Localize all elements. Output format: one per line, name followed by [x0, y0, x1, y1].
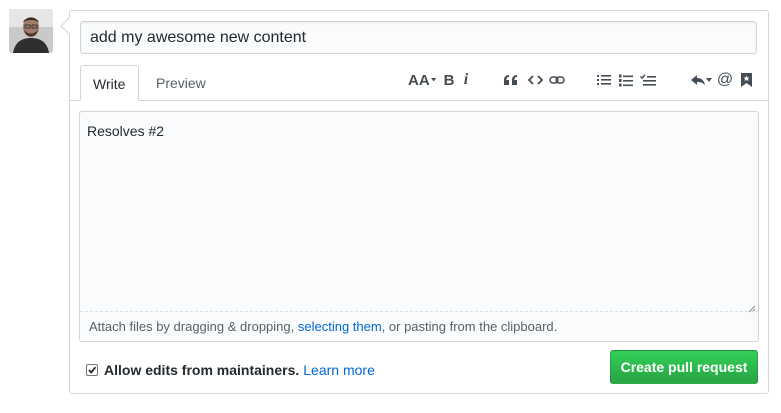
title-input[interactable]: add my awesome new content: [80, 21, 757, 54]
text-size-icon[interactable]: AA: [408, 68, 436, 92]
link-icon[interactable]: [548, 68, 566, 92]
selecting-them-link[interactable]: selecting them: [298, 319, 382, 334]
reply-icon[interactable]: [689, 68, 713, 92]
tab-write[interactable]: Write: [80, 65, 139, 101]
saved-reply-icon[interactable]: [739, 68, 753, 92]
dropzone-suffix: , or pasting from the clipboard.: [381, 319, 558, 334]
allow-edits-row: Allow edits from maintainers. Learn more: [86, 361, 375, 379]
numbered-list-icon[interactable]: [618, 68, 634, 92]
bold-icon[interactable]: B: [441, 68, 457, 92]
allow-edits-checkbox[interactable]: [86, 364, 98, 376]
bulleted-list-icon[interactable]: [596, 68, 612, 92]
comment-editor[interactable]: Resolves #2 Attach files by dragging & d…: [79, 111, 759, 342]
code-icon[interactable]: [526, 68, 544, 92]
allow-edits-label[interactable]: Allow edits from maintainers.: [104, 362, 299, 378]
editor-text: Resolves #2: [87, 123, 165, 139]
mention-icon[interactable]: @: [716, 68, 734, 92]
resize-handle[interactable]: [748, 300, 756, 313]
quote-icon[interactable]: [501, 68, 519, 92]
italic-icon[interactable]: i: [459, 68, 473, 92]
attach-files-dropzone[interactable]: Attach files by dragging & dropping, sel…: [80, 311, 758, 341]
create-pull-request-button[interactable]: Create pull request: [610, 350, 758, 384]
avatar: [9, 9, 53, 53]
dropzone-prefix: Attach files by dragging & dropping,: [89, 319, 298, 334]
task-list-icon[interactable]: [639, 68, 657, 92]
learn-more-link[interactable]: Learn more: [303, 362, 375, 378]
